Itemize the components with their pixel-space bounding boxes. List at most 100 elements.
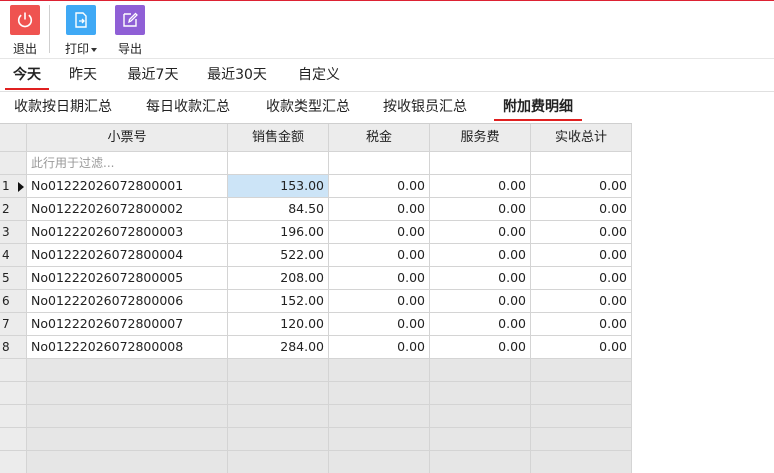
export-button[interactable]: 导出 [110, 5, 150, 57]
col-header-total[interactable]: 实收总计 [531, 124, 632, 152]
current-row-pointer-icon [18, 182, 24, 192]
date-range-tabs: 今天 昨天 最近7天 最近30天 自定义 [0, 58, 774, 92]
cell-total[interactable]: 0.00 [531, 313, 632, 336]
filter-input[interactable] [430, 152, 531, 175]
cell-sales-amount[interactable]: 196.00 [228, 221, 329, 244]
tab-daily-summary[interactable]: 每日收款汇总 [143, 92, 233, 123]
cell-tax[interactable]: 0.00 [329, 336, 430, 359]
cell-total[interactable]: 0.00 [531, 221, 632, 244]
table-row[interactable]: 7 No01222026072800007 120.00 0.00 0.00 0.00 [0, 313, 632, 336]
cell-tax[interactable]: 0.00 [329, 175, 430, 198]
row-header[interactable]: 7 [0, 313, 27, 336]
tab-last-30-days[interactable]: 最近30天 [203, 59, 271, 92]
cell-ticket-number[interactable]: No01222026072800008 [27, 336, 228, 359]
tab-custom[interactable]: 自定义 [293, 59, 345, 92]
cell-service-fee[interactable]: 0.00 [430, 175, 531, 198]
cell-service-fee[interactable]: 0.00 [430, 313, 531, 336]
table-row[interactable]: 6 No01222026072800006 152.00 0.00 0.00 0.00 [0, 290, 632, 313]
row-header[interactable]: 6 [0, 290, 27, 313]
empty-cell [531, 405, 632, 428]
col-header-tax[interactable]: 税金 [329, 124, 430, 152]
cell-tax[interactable]: 0.00 [329, 244, 430, 267]
row-header[interactable]: 1 [0, 175, 27, 198]
cell-sales-amount[interactable]: 120.00 [228, 313, 329, 336]
empty-cell [531, 451, 632, 473]
cell-tax[interactable]: 0.00 [329, 267, 430, 290]
row-header[interactable]: 3 [0, 221, 27, 244]
cell-tax[interactable]: 0.00 [329, 313, 430, 336]
cell-ticket-number[interactable]: No01222026072800003 [27, 221, 228, 244]
row-header[interactable]: 4 [0, 244, 27, 267]
empty-cell [27, 359, 228, 382]
cell-service-fee[interactable]: 0.00 [430, 244, 531, 267]
col-header-ticket[interactable]: 小票号 [27, 124, 228, 152]
active-tab-underline [494, 119, 582, 121]
empty-cell [0, 359, 27, 382]
tab-cashier-summary[interactable]: 按收银员汇总 [380, 92, 470, 123]
tab-last-7-days[interactable]: 最近7天 [124, 59, 182, 92]
cell-ticket-number[interactable]: No01222026072800002 [27, 198, 228, 221]
cell-service-fee[interactable]: 0.00 [430, 198, 531, 221]
cell-sales-amount[interactable]: 84.50 [228, 198, 329, 221]
empty-cell [228, 382, 329, 405]
filter-input[interactable] [329, 152, 430, 175]
col-header-sales[interactable]: 销售金额 [228, 124, 329, 152]
exit-label: 退出 [12, 42, 37, 56]
tab-payment-type-summary[interactable]: 收款类型汇总 [263, 92, 353, 123]
table-row[interactable]: 4 No01222026072800004 522.00 0.00 0.00 0.00 [0, 244, 632, 267]
tab-today[interactable]: 今天 [5, 59, 49, 92]
tab-surcharge-detail[interactable]: 附加费明细 [494, 92, 582, 123]
row-header[interactable]: 2 [0, 198, 27, 221]
table-row[interactable]: 5 No01222026072800005 208.00 0.00 0.00 0.00 [0, 267, 632, 290]
cell-service-fee[interactable]: 0.00 [430, 267, 531, 290]
print-button[interactable]: 打印 [59, 5, 103, 57]
empty-cell [0, 428, 27, 451]
chevron-down-icon[interactable] [91, 47, 97, 52]
filter-input[interactable]: 此行用于过滤... [27, 152, 228, 175]
col-header-service[interactable]: 服务费 [430, 124, 531, 152]
row-index: 7 [2, 317, 10, 331]
cell-service-fee[interactable]: 0.00 [430, 336, 531, 359]
exit-button[interactable]: 退出 [5, 5, 45, 57]
cell-tax[interactable]: 0.00 [329, 198, 430, 221]
cell-total[interactable]: 0.00 [531, 290, 632, 313]
filter-input[interactable] [228, 152, 329, 175]
cell-sales-amount[interactable]: 522.00 [228, 244, 329, 267]
cell-ticket-number[interactable]: No01222026072800007 [27, 313, 228, 336]
tab-yesterday[interactable]: 昨天 [63, 59, 103, 92]
cell-sales-amount[interactable]: 152.00 [228, 290, 329, 313]
cell-sales-amount[interactable]: 208.00 [228, 267, 329, 290]
row-index: 3 [2, 225, 10, 239]
table-row[interactable]: 2 No01222026072800002 84.50 0.00 0.00 0.00 [0, 198, 632, 221]
cell-total[interactable]: 0.00 [531, 336, 632, 359]
cell-tax[interactable]: 0.00 [329, 221, 430, 244]
cell-service-fee[interactable]: 0.00 [430, 290, 531, 313]
empty-cell [430, 405, 531, 428]
power-icon [10, 5, 40, 35]
empty-row [0, 428, 632, 451]
row-index: 8 [2, 340, 10, 354]
tab-by-date-summary[interactable]: 收款按日期汇总 [12, 92, 114, 123]
empty-cell [0, 451, 27, 473]
empty-cell [329, 359, 430, 382]
row-header[interactable]: 5 [0, 267, 27, 290]
table-row[interactable]: 1 No01222026072800001 153.00 0.00 0.00 0.00 [0, 175, 632, 198]
cell-sales-amount[interactable]: 153.00 [228, 175, 329, 198]
cell-ticket-number[interactable]: No01222026072800004 [27, 244, 228, 267]
filter-input[interactable] [531, 152, 632, 175]
cell-total[interactable]: 0.00 [531, 244, 632, 267]
table-row[interactable]: 3 No01222026072800003 196.00 0.00 0.00 0.00 [0, 221, 632, 244]
print-label: 打印 [64, 42, 89, 56]
cell-tax[interactable]: 0.00 [329, 290, 430, 313]
cell-service-fee[interactable]: 0.00 [430, 221, 531, 244]
table-row[interactable]: 8 No01222026072800008 284.00 0.00 0.00 0.00 [0, 336, 632, 359]
print-icon [66, 5, 96, 35]
cell-ticket-number[interactable]: No01222026072800005 [27, 267, 228, 290]
cell-ticket-number[interactable]: No01222026072800001 [27, 175, 228, 198]
cell-sales-amount[interactable]: 284.00 [228, 336, 329, 359]
cell-total[interactable]: 0.00 [531, 198, 632, 221]
cell-ticket-number[interactable]: No01222026072800006 [27, 290, 228, 313]
cell-total[interactable]: 0.00 [531, 175, 632, 198]
row-header[interactable]: 8 [0, 336, 27, 359]
cell-total[interactable]: 0.00 [531, 267, 632, 290]
